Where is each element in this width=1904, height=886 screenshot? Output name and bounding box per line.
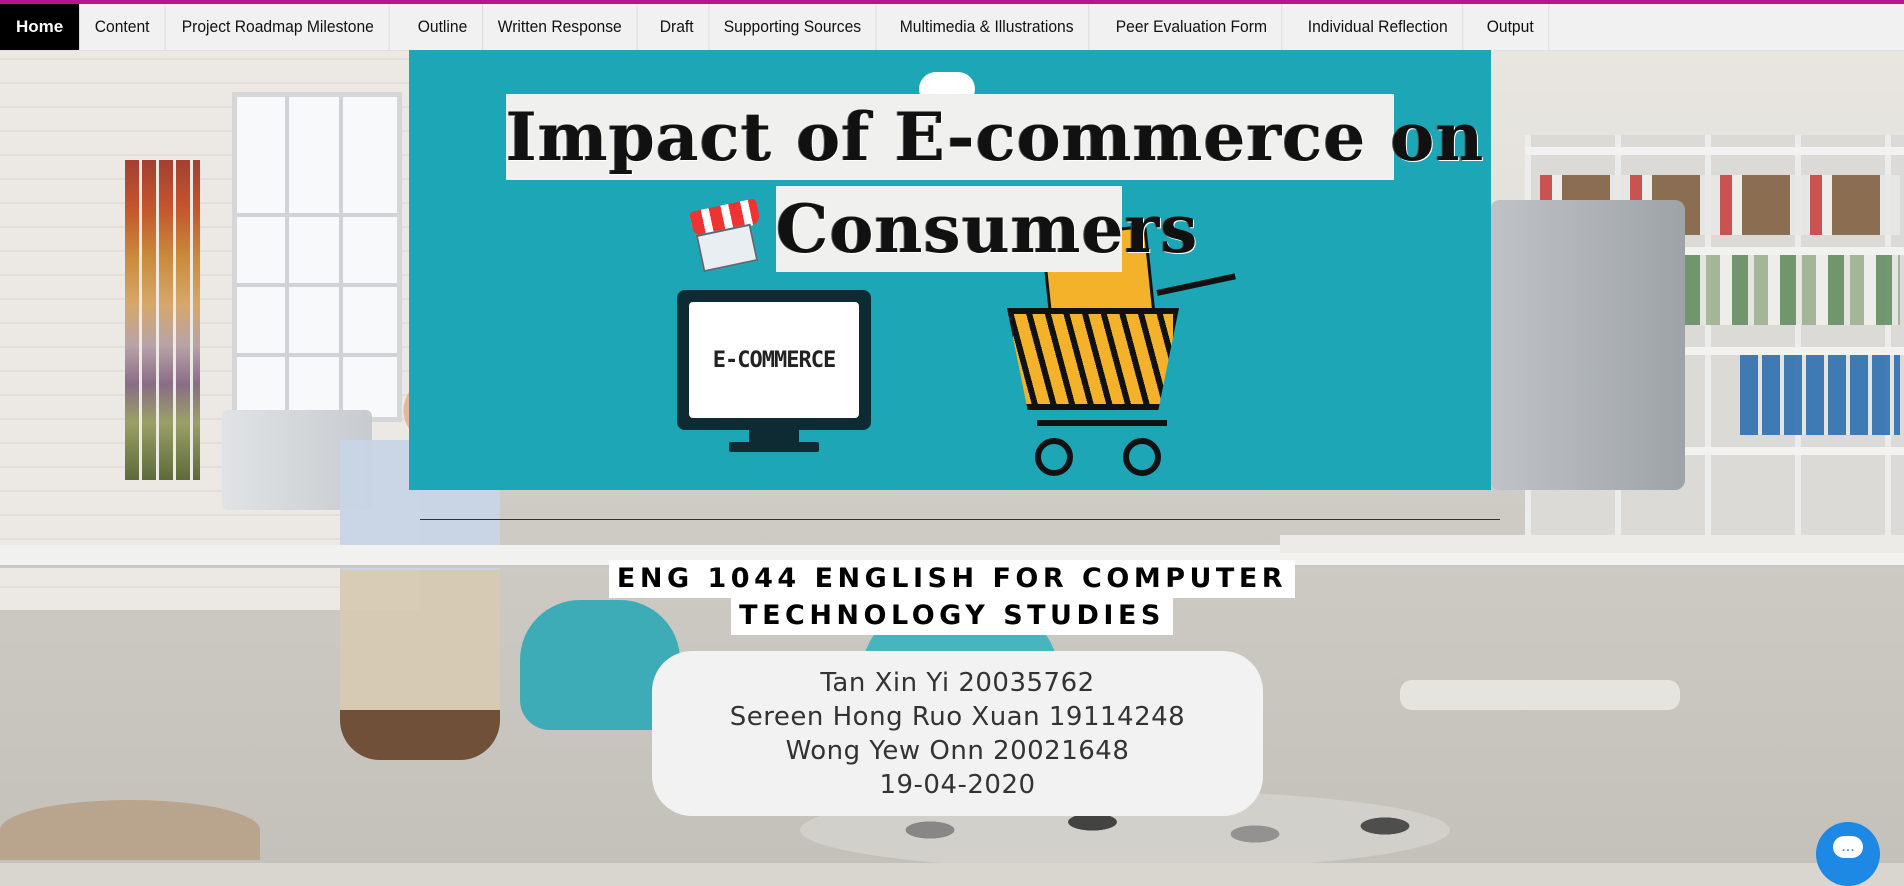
submission-date: 19-04-2020: [879, 769, 1036, 800]
hero-banner: E-COMMERCE Impact of E-commerce on Consu…: [409, 50, 1491, 490]
author-name: Wong Yew Onn 20021648: [785, 735, 1130, 766]
nav-item-peer-evaluation-form[interactable]: Peer Evaluation Form: [1101, 4, 1284, 50]
nav-item-home[interactable]: Home: [0, 4, 81, 50]
page-title-line1: Impact of E-commerce on: [506, 94, 1483, 180]
nav-item-output[interactable]: Output: [1472, 4, 1550, 50]
chat-bubble-icon: ...: [1833, 836, 1863, 858]
page-title-line2: Consumers: [776, 186, 1197, 272]
nav-item-content[interactable]: Content: [80, 4, 166, 50]
nav-item-outline[interactable]: Outline: [403, 4, 483, 50]
nav-item-written-response[interactable]: Written Response: [483, 4, 638, 50]
nav-item-multimedia-illustrations[interactable]: Multimedia & Illustrations: [885, 4, 1090, 50]
chat-button[interactable]: ...: [1816, 822, 1880, 886]
shop-icon: [689, 198, 761, 273]
divider-line: [420, 519, 1500, 520]
authors-card: Tan Xin Yi 20035762 Sereen Hong Ruo Xuan…: [652, 651, 1263, 816]
main-navigation: Home Content Project Roadmap Milestone O…: [0, 4, 1904, 51]
author-name: Sereen Hong Ruo Xuan 19114248: [729, 701, 1186, 732]
nav-item-project-roadmap-milestone[interactable]: Project Roadmap Milestone: [167, 4, 390, 50]
author-name: Tan Xin Yi 20035762: [820, 667, 1095, 698]
nav-item-individual-reflection[interactable]: Individual Reflection: [1293, 4, 1464, 50]
shopping-cart-icon: [1007, 273, 1247, 480]
nav-item-supporting-sources[interactable]: Supporting Sources: [709, 4, 877, 50]
monitor-screen-label: E-COMMERCE: [689, 302, 859, 418]
ecommerce-monitor-illustration: E-COMMERCE: [677, 290, 871, 452]
nav-item-draft[interactable]: Draft: [645, 4, 710, 50]
